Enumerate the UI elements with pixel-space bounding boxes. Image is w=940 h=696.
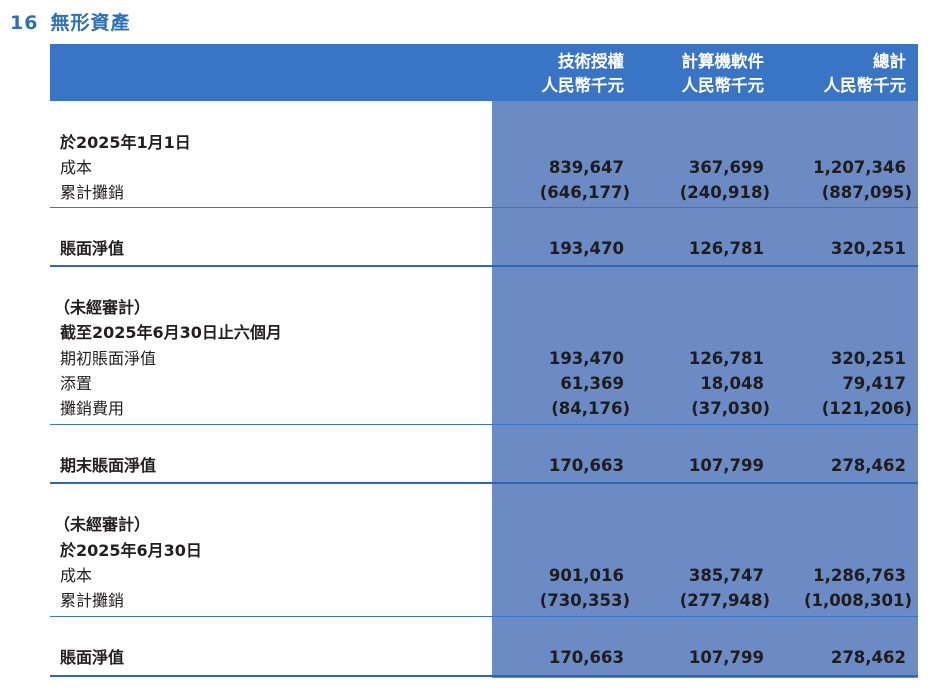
table-cell: (646,177): [539, 183, 630, 202]
column-header-technology-licence: 技術授權 人民幣千元: [541, 52, 625, 95]
table-header: [50, 44, 918, 101]
table-cell: 193,470: [548, 239, 624, 258]
table-cell: 1,286,763: [813, 566, 906, 585]
note-title: 無形資產: [50, 12, 131, 34]
table-cell: 320,251: [830, 349, 906, 368]
note-number: 16: [10, 12, 39, 34]
table-cell: (277,948): [679, 591, 770, 610]
section-heading: 於2025年1月1日: [60, 133, 191, 152]
table-cell: 839,647: [548, 158, 624, 177]
divider: [50, 482, 918, 484]
table-cell: (121,206): [821, 399, 912, 418]
table-cell: 126,781: [688, 349, 764, 368]
table-cell: 170,663: [548, 648, 624, 667]
column-header-software: 計算機軟件 人民幣千元: [681, 52, 765, 95]
row-label-accumulated-amortisation: 累計攤銷: [60, 183, 125, 202]
table-cell: 107,799: [688, 648, 764, 667]
table-cell: 385,747: [688, 566, 764, 585]
table-cell: 170,663: [548, 456, 624, 475]
row-label-net-book-value: 賬面淨值: [60, 648, 125, 667]
table-cell: 1,207,346: [813, 158, 906, 177]
row-label-amortisation-charge: 攤銷費用: [60, 399, 125, 418]
table-cell: (37,030): [691, 399, 770, 418]
unaudited-note: （未經審計）: [54, 298, 151, 317]
table-cell: 278,462: [830, 456, 906, 475]
table-cell: (887,095): [821, 183, 912, 202]
divider: [50, 675, 918, 677]
row-label-net-book-value: 賬面淨值: [60, 239, 125, 258]
table-cell: 107,799: [688, 456, 764, 475]
row-label-additions: 添置: [60, 374, 93, 393]
row-label-opening-nbv: 期初賬面淨值: [60, 349, 157, 368]
row-label-cost: 成本: [60, 566, 93, 585]
table-cell: 320,251: [830, 239, 906, 258]
row-label-cost: 成本: [60, 158, 93, 177]
table-cell: 18,048: [700, 374, 764, 393]
divider: [50, 207, 918, 208]
table-cell: 126,781: [688, 239, 764, 258]
table-cell: 901,016: [548, 566, 624, 585]
table-cell: (240,918): [679, 183, 770, 202]
section-heading: 於2025年6月30日: [60, 541, 202, 560]
divider: [50, 265, 918, 267]
row-label-accumulated-amortisation: 累計攤銷: [60, 591, 125, 610]
table-cell: 61,369: [560, 374, 624, 393]
table-cell: (1,008,301): [804, 591, 912, 610]
table-cell: 367,699: [688, 158, 764, 177]
divider: [50, 424, 918, 425]
table-cell: 278,462: [830, 648, 906, 667]
table-cell: 79,417: [842, 374, 906, 393]
section-heading: 截至2025年6月30日止六個月: [60, 323, 282, 342]
page-title: 16 無形資產: [10, 8, 130, 35]
divider: [50, 616, 918, 617]
column-header-total: 總計 人民幣千元: [823, 52, 907, 95]
unaudited-note: （未經審計）: [54, 515, 151, 534]
table-cell: (730,353): [539, 591, 630, 610]
table-cell: (84,176): [551, 399, 630, 418]
table-cell: 193,470: [548, 349, 624, 368]
row-label-closing-nbv: 期末賬面淨值: [60, 456, 157, 475]
